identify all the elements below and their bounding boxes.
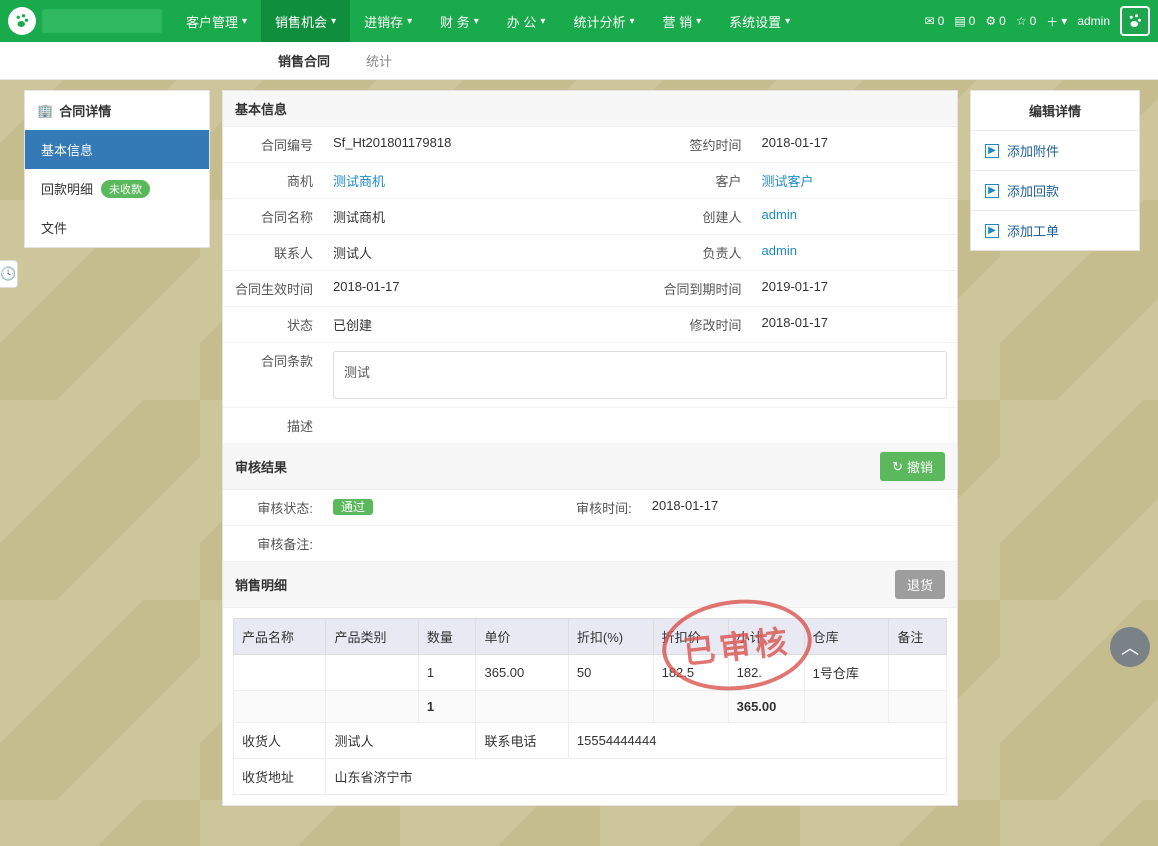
nav-system[interactable]: 系统设置▾: [715, 0, 804, 42]
nav-inventory[interactable]: 进销存▾: [350, 0, 426, 42]
stat-gear[interactable]: ⚙0: [985, 14, 1005, 28]
unpaid-badge: 未收款: [101, 180, 150, 198]
basic-table: 合同编号Sf_Ht201801179818签约时间2018-01-17 商机测试…: [223, 127, 957, 444]
topnav: 客户管理▾ 销售机会▾ 进销存▾ 财 务▾ 办 公▾ 统计分析▾ 营 销▾ 系统…: [0, 0, 1158, 42]
main-column: 基本信息 合同编号Sf_Ht201801179818签约时间2018-01-17…: [222, 90, 958, 806]
table-row: 合同编号Sf_Ht201801179818签约时间2018-01-17: [223, 127, 957, 163]
grid-totals: 1 365.00: [234, 691, 947, 723]
left-panel-title: 🏢 合同详情: [25, 91, 209, 130]
caret-down-icon: ▾: [629, 16, 634, 27]
plus-icon: ＋: [1046, 13, 1058, 30]
nav-office[interactable]: 办 公▾: [493, 0, 560, 42]
table-row: 合同生效时间2018-01-17合同到期时间2019-01-17: [223, 271, 957, 307]
table-row: 联系人测试人负责人admin: [223, 235, 957, 271]
avatar[interactable]: [1120, 6, 1150, 36]
table-row: 描述: [223, 408, 957, 444]
play-icon: ▶: [985, 224, 999, 238]
right-title: 编辑详情: [971, 91, 1139, 130]
subnav-contract[interactable]: 销售合同: [260, 42, 348, 79]
left-item-basic[interactable]: 基本信息: [25, 130, 209, 169]
history-tab[interactable]: 🕓: [0, 260, 18, 288]
opportunity-link[interactable]: 测试商机: [333, 174, 385, 189]
building-icon: 🏢: [37, 103, 53, 119]
brand-logo[interactable]: [8, 7, 36, 35]
left-item-payments[interactable]: 回款明细 未收款: [25, 169, 209, 208]
caret-down-icon: ▾: [331, 16, 336, 27]
nav-analytics[interactable]: 统计分析▾: [559, 0, 648, 42]
caret-down-icon: ▾: [474, 16, 479, 27]
page-body: 🏢 合同详情 基本信息 回款明细 未收款 文件 基本信息 合同编号Sf_Ht20…: [0, 80, 1158, 846]
table-row: 合同名称测试商机创建人admin: [223, 199, 957, 235]
grid-row: 收货人 测试人 联系电话 15554444444: [234, 723, 947, 759]
paw-icon: [1126, 12, 1144, 30]
sales-title: 销售明细 退货: [223, 562, 957, 608]
mail-icon: ✉: [925, 14, 935, 28]
scroll-top-button[interactable]: ︿: [1110, 627, 1150, 667]
owner-link[interactable]: admin: [762, 243, 797, 258]
table-row: 状态已创建修改时间2018-01-17: [223, 307, 957, 343]
nav-sales-opportunity[interactable]: 销售机会▾: [261, 0, 350, 42]
caret-down-icon: ▾: [242, 16, 247, 27]
caret-down-icon: ▾: [540, 16, 545, 27]
action-add-ticket[interactable]: ▶添加工单: [971, 210, 1139, 250]
play-icon: ▶: [985, 144, 999, 158]
chevron-up-icon: ︿: [1121, 634, 1139, 660]
table-row: 审核状态: 通过 审核时间: 2018-01-17: [223, 490, 957, 526]
table-row: 商机测试商机客户测试客户: [223, 163, 957, 199]
gear-icon: ⚙: [985, 14, 996, 28]
basic-panel: 基本信息 合同编号Sf_Ht201801179818签约时间2018-01-17…: [222, 90, 958, 806]
topnav-menu: 客户管理▾ 销售机会▾ 进销存▾ 财 务▾ 办 公▾ 统计分析▾ 营 销▾ 系统…: [172, 0, 804, 42]
basic-title: 基本信息: [223, 91, 957, 127]
right-panel: 编辑详情 ▶添加附件 ▶添加回款 ▶添加工单: [970, 90, 1140, 251]
id-icon: ▤: [954, 14, 965, 28]
nav-finance[interactable]: 财 务▾: [426, 0, 493, 42]
audit-title: 审核结果 ↻撤销: [223, 444, 957, 490]
stat-mail[interactable]: ✉0: [925, 14, 945, 28]
nav-marketing[interactable]: 营 销▾: [649, 0, 716, 42]
creator-link[interactable]: admin: [762, 207, 797, 222]
left-panel: 🏢 合同详情 基本信息 回款明细 未收款 文件: [24, 90, 210, 248]
user-menu[interactable]: admin: [1077, 14, 1110, 28]
refresh-icon: ↻: [892, 459, 903, 475]
action-add-payment[interactable]: ▶添加回款: [971, 170, 1139, 210]
grid-row: 1 365.00 50 182.5 182. 1号仓库: [234, 655, 947, 691]
audit-status-badge: 通过: [333, 499, 373, 515]
subnav: 销售合同 统计: [0, 42, 1158, 80]
left-item-files[interactable]: 文件: [25, 208, 209, 247]
topnav-right: ✉0 ▤0 ⚙0 ☆0 ＋▾ admin: [925, 6, 1150, 36]
caret-down-icon: ▾: [407, 16, 412, 27]
customer-link[interactable]: 测试客户: [762, 174, 814, 189]
paw-icon: [13, 12, 31, 30]
stat-star[interactable]: ☆0: [1016, 14, 1036, 28]
action-add-attachment[interactable]: ▶添加附件: [971, 130, 1139, 170]
right-column: 编辑详情 ▶添加附件 ▶添加回款 ▶添加工单: [970, 90, 1140, 251]
terms-box: 测试: [333, 351, 947, 399]
table-row: 合同条款测试: [223, 343, 957, 408]
return-goods-button[interactable]: 退货: [895, 570, 945, 599]
nav-customer[interactable]: 客户管理▾: [172, 0, 261, 42]
revoke-button[interactable]: ↻撤销: [880, 452, 945, 481]
grid-header: 产品名称 产品类别 数量 单价 折扣(%) 折扣价 小计 仓库 备注: [234, 619, 947, 655]
sales-grid: 产品名称 产品类别 数量 单价 折扣(%) 折扣价 小计 仓库 备注 1: [233, 618, 947, 795]
subnav-stats[interactable]: 统计: [348, 42, 410, 79]
stat-contacts[interactable]: ▤0: [954, 14, 975, 28]
star-icon: ☆: [1016, 14, 1027, 28]
brand-name: [42, 9, 162, 33]
table-row: 审核备注:: [223, 526, 957, 562]
clock-icon: 🕓: [0, 266, 16, 282]
add-menu[interactable]: ＋▾: [1046, 13, 1067, 30]
audit-table: 审核状态: 通过 审核时间: 2018-01-17 审核备注:: [223, 490, 957, 562]
caret-down-icon: ▾: [785, 16, 790, 27]
caret-down-icon: ▾: [1061, 14, 1067, 28]
grid-row: 收货地址 山东省济宁市: [234, 759, 947, 795]
caret-down-icon: ▾: [696, 16, 701, 27]
left-column: 🏢 合同详情 基本信息 回款明细 未收款 文件: [24, 90, 210, 248]
play-icon: ▶: [985, 184, 999, 198]
